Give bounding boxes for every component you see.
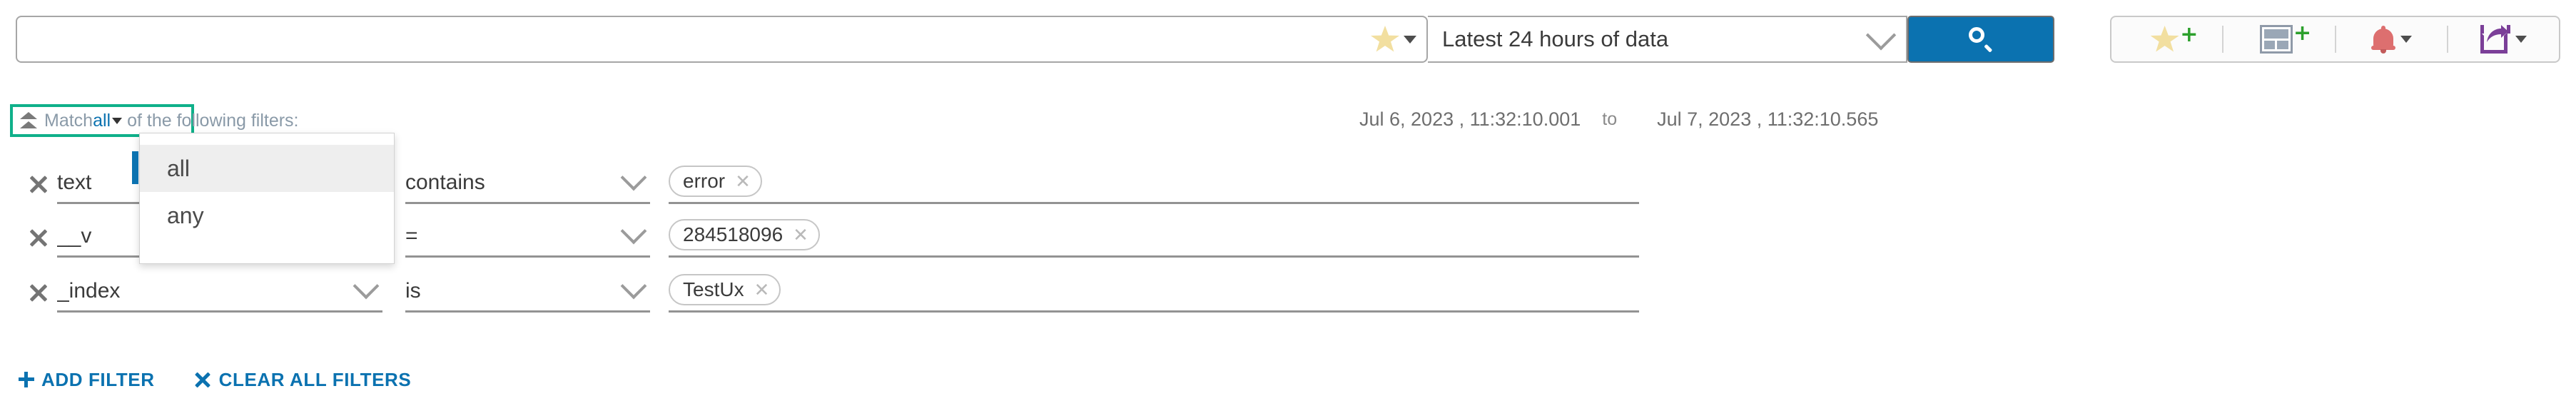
filter-value-pill[interactable]: 284518096 ✕	[669, 219, 820, 250]
chevron-down-icon	[620, 164, 647, 191]
dropdown-option-label: any	[167, 202, 204, 228]
clear-all-filters-label: CLEAR ALL FILTERS	[218, 368, 412, 390]
match-label: Match all of the following filters:	[44, 111, 299, 131]
share-icon	[2480, 25, 2510, 54]
date-range-separator: to	[1602, 108, 1618, 129]
alerts-button[interactable]	[2336, 17, 2447, 61]
search-input[interactable]	[17, 17, 1361, 61]
filter-operator-select[interactable]: contains	[405, 163, 650, 204]
filter-operator-select[interactable]: is	[405, 271, 650, 313]
plus-badge-icon: +	[2293, 21, 2312, 46]
double-arrow-up-icon	[20, 111, 37, 131]
close-icon	[28, 174, 48, 194]
date-range-from[interactable]: Jul 6, 2023 , 11:32:10.001	[1359, 108, 1581, 131]
chevron-down-icon	[620, 273, 647, 299]
plus-badge-icon: +	[2180, 22, 2199, 47]
match-suffix: of the following filters:	[127, 110, 299, 131]
filter-value-input[interactable]: TestUx ✕	[669, 271, 1639, 313]
match-prefix: Match	[44, 110, 93, 131]
dropdown-option-all[interactable]: all	[132, 145, 394, 192]
filter-operator-value: contains	[405, 170, 485, 194]
right-toolbar: + +	[2110, 16, 2560, 63]
filter-value-label: error	[683, 170, 726, 192]
clear-all-filters-button[interactable]: CLEAR ALL FILTERS	[195, 369, 412, 391]
remove-filter-button[interactable]	[19, 271, 57, 314]
search-icon	[1969, 27, 1993, 51]
caret-down-icon	[2515, 36, 2527, 43]
filter-value-label: 284518096	[683, 223, 784, 245]
search-button[interactable]	[1907, 16, 2054, 63]
table-row: _index is TestUx ✕	[19, 271, 1639, 327]
bell-icon	[2370, 26, 2395, 54]
filter-field-select[interactable]: _index	[57, 271, 382, 313]
filter-value-pill[interactable]: TestUx ✕	[669, 274, 781, 305]
filter-value-input[interactable]: 284518096 ✕	[669, 216, 1639, 258]
date-range-to[interactable]: Jul 7, 2023 , 11:32:10.565	[1657, 108, 1878, 131]
add-filter-button[interactable]: ADD FILTER	[19, 369, 155, 391]
saved-search-star-button[interactable]	[1361, 17, 1426, 61]
chevron-down-icon	[353, 273, 380, 299]
chevron-down-icon	[1865, 20, 1897, 51]
filter-value-pill[interactable]: error ✕	[669, 166, 762, 197]
time-range-label: Latest 24 hours of data	[1442, 26, 1669, 51]
caret-down-icon	[2400, 36, 2412, 43]
date-range-display: Jul 6, 2023 , 11:32:10.001 to Jul 7, 202…	[1359, 104, 2080, 134]
add-filter-label: ADD FILTER	[41, 368, 155, 390]
add-to-dashboard-button[interactable]: +	[2223, 17, 2334, 61]
share-export-button[interactable]	[2448, 17, 2559, 61]
dashboard-plus-icon	[2259, 25, 2293, 54]
remove-filter-button[interactable]	[19, 216, 57, 259]
star-plus-icon	[2150, 26, 2179, 52]
caret-down-icon	[1404, 35, 1416, 44]
close-icon[interactable]: ✕	[793, 225, 808, 244]
share-arrow-icon	[2486, 25, 2508, 42]
add-to-favorites-button[interactable]: +	[2111, 17, 2222, 61]
close-icon	[28, 283, 48, 303]
close-icon	[195, 372, 211, 387]
star-icon	[1371, 26, 1399, 52]
match-operator-dropdown[interactable]: all any	[132, 133, 395, 264]
search-bar[interactable]	[16, 16, 1428, 63]
dropdown-option-any[interactable]: any	[140, 192, 394, 239]
filter-field-value: _index	[57, 278, 121, 303]
time-range-select[interactable]: Latest 24 hours of data	[1428, 16, 1907, 63]
filter-value-label: TestUx	[683, 278, 744, 300]
filter-value-input[interactable]: error ✕	[669, 163, 1639, 204]
filter-operator-value: =	[405, 223, 418, 248]
close-icon[interactable]: ✕	[754, 280, 770, 299]
caret-down-icon[interactable]	[112, 117, 123, 124]
match-value[interactable]: all	[93, 111, 111, 131]
close-icon	[28, 228, 48, 248]
plus-icon	[19, 372, 34, 387]
filter-operator-select[interactable]: =	[405, 216, 650, 258]
dropdown-option-label: all	[167, 155, 191, 181]
chevron-down-icon	[620, 218, 647, 244]
close-icon[interactable]: ✕	[735, 172, 751, 191]
filter-operator-value: is	[405, 278, 421, 303]
filter-actions: ADD FILTER CLEAR ALL FILTERS	[19, 364, 411, 395]
remove-filter-button[interactable]	[19, 163, 57, 205]
